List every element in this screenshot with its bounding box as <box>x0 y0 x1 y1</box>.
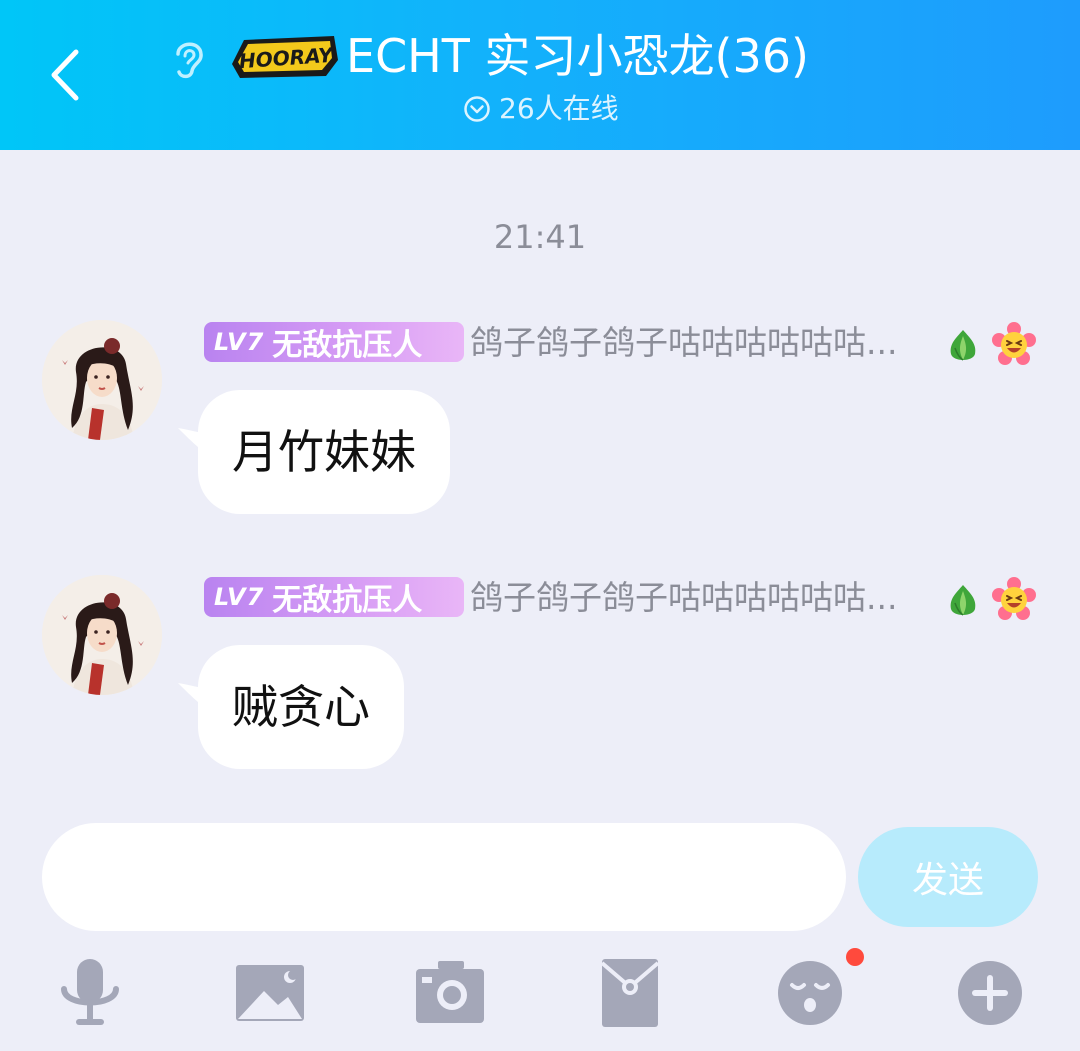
chat-message: LV7 无敌抗压人 鸽子鸽子鸽子咕咕咕咕咕咕... 贼贪心 <box>0 573 1080 773</box>
image-icon <box>236 965 304 1021</box>
message-bubble[interactable]: 月竹妹妹 <box>198 390 450 514</box>
send-button[interactable]: 发送 <box>858 827 1038 927</box>
back-button[interactable] <box>40 40 90 110</box>
camera-icon <box>416 961 484 1023</box>
camera-button[interactable] <box>410 955 490 1031</box>
online-status[interactable]: 26人在线 <box>463 90 619 128</box>
red-packet-button[interactable] <box>590 955 670 1031</box>
level-number: LV7 <box>214 583 265 611</box>
sender-nickname[interactable]: 鸽子鸽子鸽子咕咕咕咕咕咕... <box>470 322 940 364</box>
laughing-flower-icon <box>992 322 1036 365</box>
avatar-portrait-icon <box>42 320 162 440</box>
sender-meta: LV7 无敌抗压人 鸽子鸽子鸽子咕咕咕咕咕咕... <box>204 577 1044 620</box>
online-count: 26人在线 <box>499 92 619 125</box>
message-input[interactable] <box>42 823 846 931</box>
red-packet-icon <box>600 959 660 1027</box>
sprout-icon <box>950 330 976 361</box>
group-logo: HOORAY <box>232 36 338 78</box>
voice-button[interactable] <box>50 955 130 1031</box>
message-bubble[interactable]: 贼贪心 <box>198 645 404 769</box>
level-badge[interactable]: LV7 无敌抗压人 <box>204 322 464 363</box>
avatar[interactable] <box>42 320 162 440</box>
chat-message: LV7 无敌抗压人 鸽子鸽子鸽子咕咕咕咕咕咕... 月竹妹妹 <box>0 318 1080 518</box>
image-button[interactable] <box>230 955 310 1031</box>
level-title: 无敌抗压人 <box>272 328 423 363</box>
chevron-left-icon <box>51 49 79 101</box>
microphone-icon <box>61 959 119 1025</box>
group-title[interactable]: ECHT 实习小恐龙(36) <box>346 24 809 88</box>
level-number: LV7 <box>214 328 265 356</box>
avatar[interactable] <box>42 575 162 695</box>
level-badge[interactable]: LV7 无敌抗压人 <box>204 577 464 618</box>
sprout-icon <box>950 585 976 616</box>
more-button[interactable] <box>950 955 1030 1031</box>
emoji-button[interactable] <box>770 955 850 1031</box>
level-title: 无敌抗压人 <box>272 583 423 618</box>
message-timestamp: 21:41 <box>493 218 587 256</box>
ear-icon[interactable] <box>166 36 210 82</box>
sender-nickname[interactable]: 鸽子鸽子鸽子咕咕咕咕咕咕... <box>470 577 940 619</box>
chevron-down-circle-icon <box>464 96 490 122</box>
notification-dot <box>846 948 864 966</box>
chat-header: HOORAY ECHT 实习小恐龙(36) 26人在线 <box>0 0 1080 150</box>
emoji-icon <box>778 961 842 1025</box>
plus-icon <box>958 961 1022 1025</box>
avatar-portrait-icon <box>42 575 162 695</box>
sender-meta: LV7 无敌抗压人 鸽子鸽子鸽子咕咕咕咕咕咕... <box>204 322 1044 365</box>
laughing-flower-icon <box>992 577 1036 620</box>
